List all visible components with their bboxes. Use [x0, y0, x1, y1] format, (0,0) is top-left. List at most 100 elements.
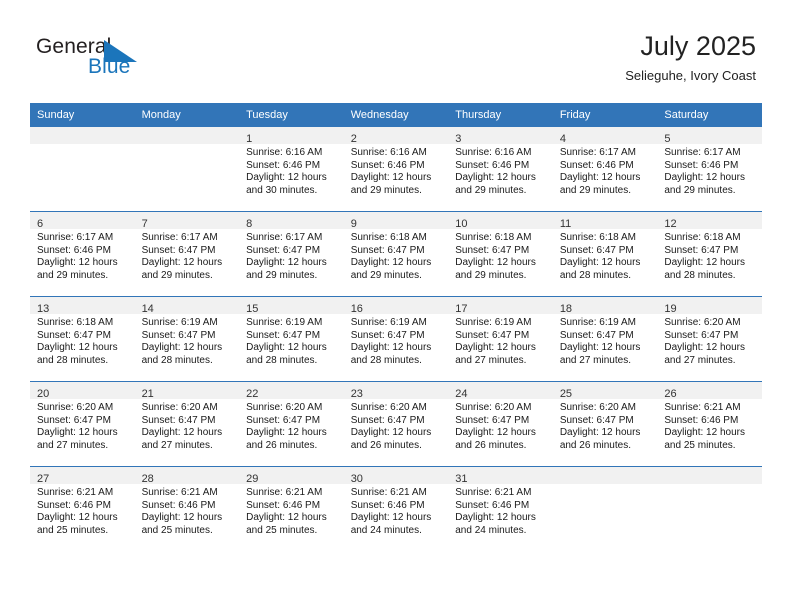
daylight-text-line2: and 30 minutes.: [246, 184, 318, 196]
day-cell-details: Sunrise: 6:20 AM Sunset: 6:47 PM Daylight:…: [448, 399, 553, 452]
sunset-text: Sunset: 6:47 PM: [559, 329, 634, 341]
sunset-text: Sunset: 6:47 PM: [37, 414, 111, 426]
calendar-day-cell[interactable]: 20 Sunrise: 6:20 AM Sunset: 6:47 PM Dayligh…: [30, 381, 135, 467]
daylight-text-line1: Daylight: 12 hours: [664, 342, 745, 354]
calendar-day-cell[interactable]: 10 Sunrise: 6:18 AM Sunset: 6:47 PM Dayligh…: [448, 211, 553, 297]
day-cell-details: Sunrise: 6:19 AM Sunset: 6:47 PM Daylight:…: [553, 314, 658, 367]
daylight-text-line2: and 28 minutes.: [246, 354, 318, 366]
day-number: 11: [559, 218, 572, 230]
day-cell-details: Sunrise: 6:19 AM Sunset: 6:47 PM Daylight:…: [344, 314, 449, 367]
sunset-text: Sunset: 6:47 PM: [141, 244, 216, 256]
daylight-text-line1: Daylight: 12 hours: [141, 427, 223, 439]
calendar-day-cell[interactable]: 13 Sunrise: 6:18 AM Sunset: 6:47 PM Dayligh…: [30, 296, 135, 382]
day-cell-details: Sunrise: 6:21 AM Sunset: 6:46 PM Daylight:…: [239, 484, 344, 537]
calendar-day-cell[interactable]: 18 Sunrise: 6:19 AM Sunset: 6:47 PM Dayligh…: [552, 296, 658, 382]
calendar-day-cell[interactable]: 30 Sunrise: 6:21 AM Sunset: 6:46 PM Dayligh…: [343, 466, 449, 551]
weekday-header-saturday: Saturday: [657, 103, 762, 127]
day-number-band: 17: [448, 297, 553, 315]
day-number: 8: [246, 218, 253, 230]
daylight-text-line2: and 29 minutes.: [37, 269, 109, 281]
calendar-day-cell[interactable]: 21 Sunrise: 6:20 AM Sunset: 6:47 PM Dayligh…: [134, 381, 240, 467]
daylight-text-line2: and 27 minutes.: [141, 439, 213, 451]
calendar-day-cell[interactable]: 1 Sunrise: 6:16 AM Sunset: 6:46 PM Daylight…: [239, 126, 344, 212]
calendar-day-cell[interactable]: 26 Sunrise: 6:21 AM Sunset: 6:46 PM Dayligh…: [657, 381, 762, 467]
calendar-day-cell[interactable]: 9 Sunrise: 6:18 AM Sunset: 6:47 PM Daylight…: [343, 211, 449, 297]
day-number-band: 8: [239, 212, 344, 230]
daylight-text-line2: and 29 minutes.: [455, 269, 527, 281]
logo-text-blue: Blue: [88, 55, 131, 78]
day-cell-details: Sunrise: 6:21 AM Sunset: 6:46 PM Daylight:…: [30, 484, 135, 537]
day-cell-details: Sunrise: 6:18 AM Sunset: 6:47 PM Daylight:…: [30, 314, 135, 367]
calendar-day-cell[interactable]: 4 Sunrise: 6:17 AM Sunset: 6:46 PM Daylight…: [552, 126, 658, 212]
calendar-day-cell[interactable]: 5 Sunrise: 6:17 AM Sunset: 6:46 PM Daylight…: [657, 126, 762, 212]
daylight-text-line2: and 27 minutes.: [455, 354, 527, 366]
day-cell-details: Sunrise: 6:18 AM Sunset: 6:47 PM Daylight:…: [553, 229, 658, 282]
sunrise-text: Sunrise: 6:18 AM: [37, 317, 114, 328]
calendar-day-cell[interactable]: 14 Sunrise: 6:19 AM Sunset: 6:47 PM Dayligh…: [134, 296, 240, 382]
sunrise-text: Sunrise: 6:19 AM: [246, 317, 323, 328]
general-blue-logo[interactable]: General Blue: [36, 36, 146, 84]
calendar-day-cell[interactable]: 8 Sunrise: 6:17 AM Sunset: 6:47 PM Daylight…: [239, 211, 344, 297]
day-cell-details: Sunrise: 6:20 AM Sunset: 6:47 PM Daylight:…: [135, 399, 240, 452]
calendar-day-cell[interactable]: 31 Sunrise: 6:21 AM Sunset: 6:46 PM Dayligh…: [448, 466, 553, 551]
sunset-text: Sunset: 6:47 PM: [559, 244, 634, 256]
daylight-text-line1: Daylight: 12 hours: [455, 427, 536, 439]
sunrise-text: Sunrise: 6:16 AM: [246, 147, 323, 158]
sunrise-text: Sunrise: 6:17 AM: [246, 232, 323, 243]
calendar-day-cell[interactable]: 15 Sunrise: 6:19 AM Sunset: 6:47 PM Dayligh…: [239, 296, 344, 382]
weekday-header-monday: Monday: [134, 103, 240, 127]
calendar-day-cell[interactable]: 12 Sunrise: 6:18 AM Sunset: 6:47 PM Dayligh…: [657, 211, 762, 297]
sunrise-text: Sunrise: 6:19 AM: [455, 317, 532, 328]
calendar-day-cell[interactable]: 2 Sunrise: 6:16 AM Sunset: 6:46 PM Daylight…: [343, 126, 449, 212]
day-number-band: 11: [552, 212, 658, 230]
day-cell-inner: 12 Sunrise: 6:18 AM Sunset: 6:47 PM Dayligh…: [657, 212, 762, 296]
calendar-day-cell[interactable]: 29 Sunrise: 6:21 AM Sunset: 6:46 PM Dayligh…: [239, 466, 344, 551]
calendar-day-cell[interactable]: 3 Sunrise: 6:16 AM Sunset: 6:46 PM Daylight…: [448, 126, 553, 212]
calendar-day-cell[interactable]: 27 Sunrise: 6:21 AM Sunset: 6:46 PM Dayligh…: [30, 466, 135, 551]
weekday-header-tuesday: Tuesday: [239, 103, 344, 127]
day-number: 1: [246, 133, 253, 145]
calendar-week-row: 6 Sunrise: 6:17 AM Sunset: 6:46 PM Daylight…: [30, 211, 762, 297]
day-cell-inner: 15 Sunrise: 6:19 AM Sunset: 6:47 PM Dayligh…: [239, 297, 344, 381]
daylight-text-line1: Daylight: 12 hours: [455, 342, 536, 354]
calendar-day-cell[interactable]: 22 Sunrise: 6:20 AM Sunset: 6:47 PM Dayligh…: [239, 381, 344, 467]
daylight-text-line2: and 29 minutes.: [664, 184, 736, 196]
day-cell-details: Sunrise: 6:21 AM Sunset: 6:46 PM Daylight:…: [344, 484, 449, 537]
calendar-week-row: 13 Sunrise: 6:18 AM Sunset: 6:47 PM Dayligh…: [30, 296, 762, 382]
day-number-band: 6: [30, 212, 135, 230]
page-title: July 2025: [640, 31, 756, 61]
daylight-text-line2: and 28 minutes.: [559, 269, 631, 281]
day-cell-details: [30, 144, 135, 147]
calendar-day-cell[interactable]: 6 Sunrise: 6:17 AM Sunset: 6:46 PM Daylight…: [30, 211, 135, 297]
day-cell-inner: 25 Sunrise: 6:20 AM Sunset: 6:47 PM Dayligh…: [552, 382, 658, 466]
calendar-day-cell[interactable]: 25 Sunrise: 6:20 AM Sunset: 6:47 PM Dayligh…: [552, 381, 658, 467]
sunrise-text: Sunrise: 6:21 AM: [455, 487, 532, 498]
daylight-text-line2: and 24 minutes.: [350, 524, 422, 536]
calendar-day-cell[interactable]: 28 Sunrise: 6:21 AM Sunset: 6:46 PM Dayligh…: [134, 466, 240, 551]
day-number-band: 22: [239, 382, 344, 400]
calendar-day-cell[interactable]: 16 Sunrise: 6:19 AM Sunset: 6:47 PM Dayligh…: [343, 296, 449, 382]
day-number-band: 16: [343, 297, 449, 315]
day-number-band: 28: [134, 467, 240, 485]
sunset-text: Sunset: 6:47 PM: [664, 329, 739, 341]
calendar-day-cell[interactable]: 17 Sunrise: 6:19 AM Sunset: 6:47 PM Dayligh…: [448, 296, 553, 382]
sunrise-text: Sunrise: 6:20 AM: [37, 402, 114, 413]
calendar-day-cell[interactable]: 11 Sunrise: 6:18 AM Sunset: 6:47 PM Dayligh…: [552, 211, 658, 297]
sunset-text: Sunset: 6:47 PM: [455, 414, 530, 426]
day-number-band: 9: [343, 212, 449, 230]
day-cell-inner: 29 Sunrise: 6:21 AM Sunset: 6:46 PM Dayligh…: [239, 467, 344, 551]
calendar-day-cell[interactable]: 23 Sunrise: 6:20 AM Sunset: 6:47 PM Dayligh…: [343, 381, 449, 467]
day-cell-inner: 22 Sunrise: 6:20 AM Sunset: 6:47 PM Dayligh…: [239, 382, 344, 466]
daylight-text-line1: Daylight: 12 hours: [246, 257, 327, 269]
calendar-day-cell[interactable]: 24 Sunrise: 6:20 AM Sunset: 6:47 PM Dayligh…: [448, 381, 553, 467]
day-cell-details: Sunrise: 6:18 AM Sunset: 6:47 PM Daylight:…: [657, 229, 762, 282]
daylight-text-line2: and 27 minutes.: [37, 439, 109, 451]
daylight-text-line2: and 25 minutes.: [246, 524, 318, 536]
sunrise-text: Sunrise: 6:21 AM: [350, 487, 427, 498]
daylight-text-line1: Daylight: 12 hours: [246, 427, 327, 439]
daylight-text-line2: and 25 minutes.: [37, 524, 109, 536]
calendar-day-cell[interactable]: 19 Sunrise: 6:20 AM Sunset: 6:47 PM Dayligh…: [657, 296, 762, 382]
calendar-day-cell[interactable]: 7 Sunrise: 6:17 AM Sunset: 6:47 PM Daylight…: [134, 211, 240, 297]
sunrise-text: Sunrise: 6:20 AM: [350, 402, 427, 413]
day-number: 21: [141, 388, 154, 400]
